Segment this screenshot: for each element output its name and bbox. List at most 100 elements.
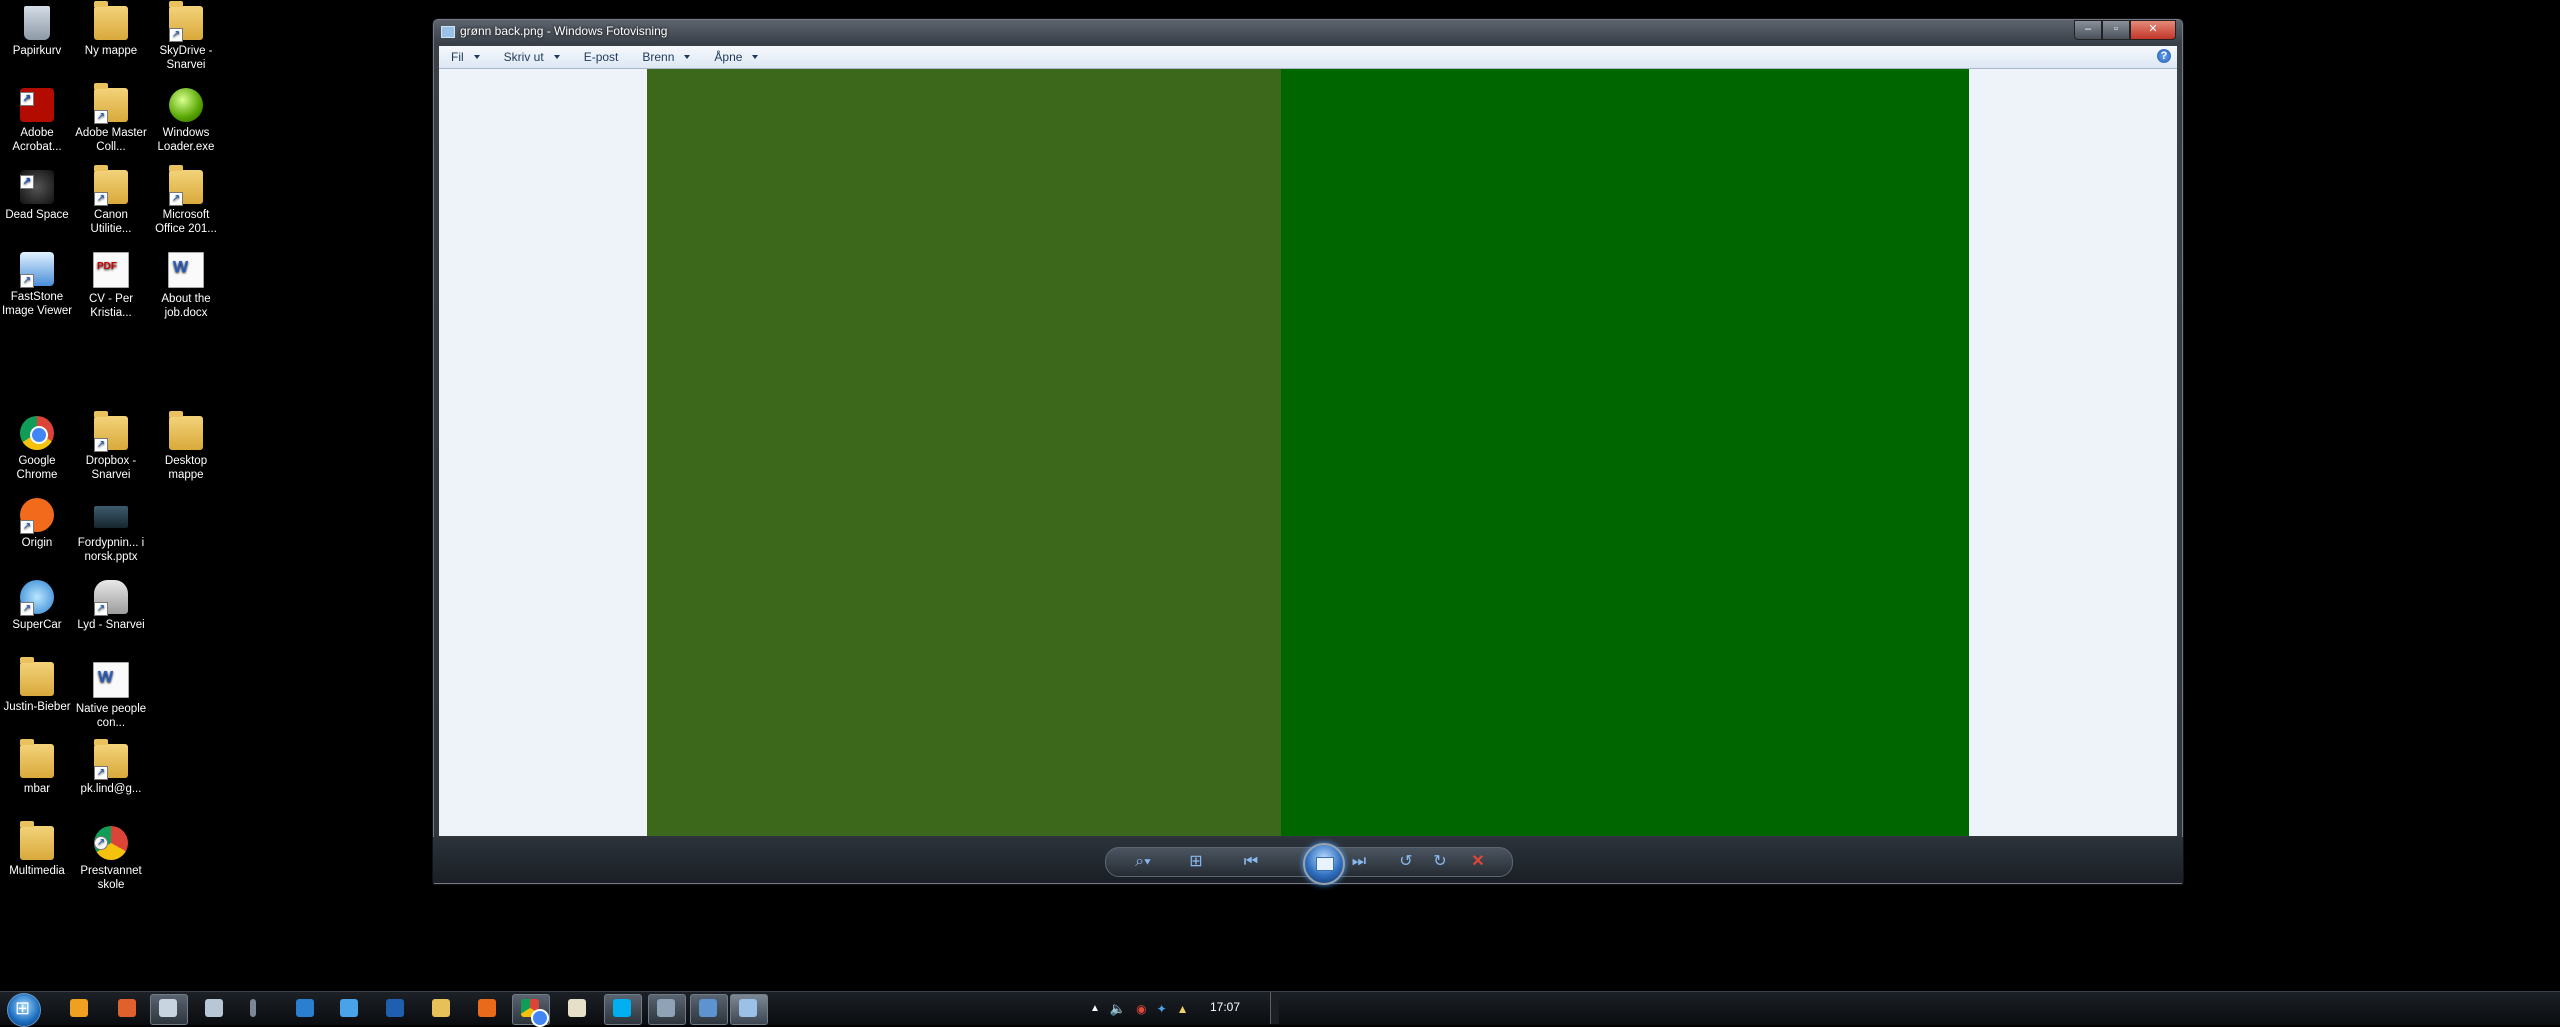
- desktop-icon-lyd[interactable]: Lyd - Snarvei: [74, 580, 148, 632]
- desktop-icon-label: Adobe Acrobat...: [12, 127, 62, 153]
- desktop-icon-origin[interactable]: Origin: [0, 498, 74, 550]
- chrome-icon: [521, 999, 549, 1027]
- desktop-icon-pk-lind[interactable]: pk.lind@g...: [74, 739, 148, 796]
- menu-brenn[interactable]: Brenn: [630, 50, 702, 64]
- notification-icon[interactable]: ▲: [1177, 1002, 1189, 1016]
- rotate-right-icon[interactable]: ↻: [1430, 852, 1450, 872]
- folder-icon: [94, 1, 128, 40]
- dropbox-folder-icon: [94, 411, 128, 452]
- folder-icon: [169, 411, 203, 450]
- skype-icon: [613, 999, 631, 1017]
- folder-shortcut-icon: [94, 83, 128, 124]
- speaker-icon: [94, 580, 128, 616]
- image-viewport[interactable]: [439, 69, 2177, 836]
- outlook-icon[interactable]: [386, 999, 404, 1017]
- folder-icon: [20, 821, 54, 860]
- next-icon[interactable]: ⏭: [1346, 852, 1372, 872]
- desktop-icon-desktop-mappe[interactable]: Desktop mappe: [149, 411, 223, 482]
- delete-icon[interactable]: ✕: [1468, 852, 1488, 872]
- folder-shortcut-icon: [169, 165, 203, 206]
- desktop-icon-native-people[interactable]: Native people con...: [74, 662, 148, 730]
- command-bar: Fil Skriv ut E-post Brenn Åpne ?: [439, 46, 2177, 69]
- folder-shortcut-icon: [169, 1, 203, 42]
- desktop-icon-label: Justin-Bieber: [3, 701, 71, 713]
- menu-label: E-post: [583, 50, 619, 64]
- desktop-icon-fordypning-pptx[interactable]: Fordypnin... i norsk.pptx: [74, 498, 148, 564]
- desktop-icon-multimedia[interactable]: Multimedia: [0, 821, 74, 878]
- document-icon[interactable]: [205, 999, 223, 1017]
- desktop-icon-ny-mappe[interactable]: Ny mappe: [74, 1, 148, 58]
- desktop-icon-dead-space[interactable]: Dead Space: [0, 170, 74, 222]
- desktop-icon-label: Dropbox - Snarvei: [85, 455, 137, 481]
- desktop-icon-mbar[interactable]: mbar: [0, 739, 74, 796]
- show-desktop-button[interactable]: [1270, 992, 1279, 1024]
- desktop-icon-adobe-master-collection[interactable]: Adobe Master Coll...: [74, 83, 148, 154]
- playback-control-bar: ⌕▾ ⊞ ⏮ ⏭ ↺ ↻ ✕: [433, 837, 2183, 885]
- photo-viewer-window[interactable]: grønn back.png - Windows Fotovisning – ▫…: [432, 18, 2184, 885]
- ie-icon[interactable]: [296, 999, 314, 1017]
- origin-icon: [20, 498, 54, 534]
- desktop-icon-label: CV - Per Kristia...: [88, 293, 134, 319]
- menu-label: Skriv ut: [503, 50, 544, 64]
- help-icon[interactable]: ?: [2157, 49, 2171, 63]
- desktop-icon-label: pk.lind@g...: [80, 783, 142, 795]
- desktop-icon-faststone[interactable]: FastStone Image Viewer: [0, 252, 74, 318]
- actual-size-icon[interactable]: ⊞: [1186, 852, 1206, 872]
- desktop-icon-label: Google Chrome: [16, 455, 58, 481]
- previous-icon[interactable]: ⏮: [1238, 852, 1264, 872]
- desktop-icon-label: Dead Space: [5, 209, 69, 221]
- desktop-icon-label: FastStone Image Viewer: [1, 291, 73, 317]
- tray-expand-icon[interactable]: ▲: [1090, 1003, 1100, 1014]
- firefox-icon[interactable]: [478, 999, 496, 1017]
- minimize-button[interactable]: –: [2074, 20, 2102, 40]
- slideshow-button[interactable]: [1303, 843, 1345, 885]
- desktop-icon-justin-bieber[interactable]: Justin-Bieber: [0, 657, 74, 714]
- photo-viewer-icon: [441, 26, 455, 38]
- desktop-icon-supercar[interactable]: SuperCar: [0, 580, 74, 632]
- dropbox-tray-icon[interactable]: ✦: [1157, 1002, 1167, 1016]
- start-button[interactable]: [7, 993, 41, 1027]
- volume-icon[interactable]: 🔈: [1110, 1001, 1126, 1017]
- rotate-left-icon[interactable]: ↺: [1396, 852, 1416, 872]
- folder-icon: [20, 739, 54, 778]
- menu-e-post[interactable]: E-post: [572, 50, 631, 64]
- desktop-icon-label: Microsoft Office 201...: [155, 209, 217, 235]
- desktop-icon-google-chrome[interactable]: Google Chrome: [0, 416, 74, 482]
- photo-left-half: [647, 69, 1281, 836]
- menu-apne[interactable]: Åpne: [702, 50, 770, 64]
- desktop-icon-canon-utilities[interactable]: Canon Utilitie...: [74, 165, 148, 236]
- skydrive-icon[interactable]: [340, 999, 358, 1017]
- menu-fil[interactable]: Fil: [439, 50, 492, 64]
- chrome-icon: [20, 416, 54, 450]
- folder-icon[interactable]: [432, 999, 450, 1017]
- desktop-icon-cv-pdf[interactable]: CV - Per Kristia...: [74, 252, 148, 320]
- supercar-icon: [20, 580, 54, 616]
- title-bar[interactable]: grønn back.png - Windows Fotovisning – ▫…: [433, 19, 2183, 45]
- desktop-icon-label: Papirkurv: [12, 45, 62, 57]
- menu-label: Åpne: [714, 50, 743, 64]
- desktop-icon-prestvannet-skole[interactable]: Prestvannet skole: [74, 826, 148, 892]
- maximize-button[interactable]: ▫: [2102, 20, 2130, 40]
- zoom-icon[interactable]: ⌕▾: [1128, 852, 1158, 872]
- media-player-icon[interactable]: [70, 999, 88, 1017]
- desktop-icon-label: Origin: [21, 537, 53, 549]
- network-icon[interactable]: ◉: [1136, 1002, 1146, 1016]
- desktop-icon-microsoft-office[interactable]: Microsoft Office 201...: [149, 165, 223, 236]
- word-document-icon: [168, 252, 204, 288]
- desktop-icon-dropbox[interactable]: Dropbox - Snarvei: [74, 411, 148, 482]
- desktop-icon-adobe-acrobat[interactable]: Adobe Acrobat...: [0, 88, 74, 154]
- taskbar-clock[interactable]: 17:07: [1210, 1000, 1240, 1014]
- desktop-icon-label: Lyd - Snarvei: [77, 619, 145, 631]
- desktop-icon-recycle-bin[interactable]: Papirkurv: [0, 6, 74, 58]
- desktop-icon-label: Adobe Master Coll...: [75, 127, 147, 153]
- app-icon[interactable]: [118, 999, 136, 1017]
- menu-skriv-ut[interactable]: Skriv ut: [492, 50, 572, 64]
- desktop-icon-about-the-job[interactable]: About the job.docx: [149, 252, 223, 320]
- desktop-icon-skydrive[interactable]: SkyDrive - Snarvei: [149, 1, 223, 72]
- desktop-icon-label: SuperCar: [12, 619, 62, 631]
- windows-loader-icon: [169, 88, 203, 122]
- notes-icon[interactable]: [568, 999, 586, 1017]
- desktop-icon-windows-loader[interactable]: Windows Loader.exe: [149, 88, 223, 154]
- close-button[interactable]: ✕: [2130, 20, 2176, 40]
- tool-icon[interactable]: [250, 999, 256, 1017]
